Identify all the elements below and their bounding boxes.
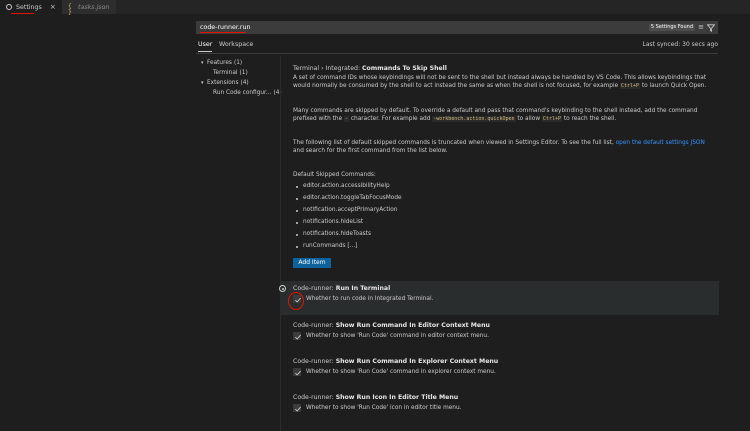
toc-item-run-code-configuration[interactable]: Run Code configur... (4)	[213, 89, 282, 98]
tab-user[interactable]: User	[198, 39, 213, 52]
setting-title-editor-title-menu: Code-runner: Show Run Icon In Editor Tit…	[293, 394, 459, 401]
setting-title-editor-context-menu: Code-runner: Show Run Command In Editor …	[293, 322, 490, 329]
close-icon[interactable]: ×	[50, 3, 56, 11]
settings-search-box[interactable]: 5 Settings Found ≡	[196, 21, 718, 34]
setting-title-skip-shell: Terminal › Integrated: Commands To Skip …	[293, 65, 447, 72]
checkbox-label: Whether to show 'Run Code' icon in edito…	[306, 405, 462, 411]
settings-scope-bar: User Workspace Last synced: 30 secs ago	[196, 39, 718, 53]
checkbox-label: Whether to run code in Integrated Termin…	[306, 296, 434, 302]
list-item[interactable]: editor.action.toggleTabFocusMode	[296, 195, 402, 201]
list-item[interactable]: editor.action.accessibilityHelp	[296, 183, 390, 189]
list-item[interactable]: notification.acceptPrimaryAction	[295, 207, 397, 213]
last-synced-status: Last synced: 30 secs ago	[642, 41, 718, 48]
gear-icon[interactable]	[279, 285, 286, 292]
tab-settings[interactable]: Settings ×	[0, 0, 62, 14]
editor-tab-bar: Settings × { } tasks.json	[0, 0, 750, 16]
red-circle-annotation	[288, 292, 304, 310]
search-input[interactable]	[200, 23, 640, 32]
toc-divider	[280, 56, 281, 431]
editor-title-menu-checkbox[interactable]	[293, 404, 301, 412]
toc-item-terminal[interactable]: Terminal (1)	[213, 69, 248, 78]
red-underline-annotation	[200, 32, 246, 33]
checkmark-icon	[295, 406, 301, 412]
setting-title-explorer-context-menu: Code-runner: Show Run Command In Explore…	[293, 358, 499, 365]
toc-item-features[interactable]: ▾ Features (1)	[201, 59, 242, 68]
default-skipped-label: Default Skipped Commands:	[293, 172, 376, 178]
results-count-badge: 5 Settings Found	[648, 24, 695, 31]
filter-icon[interactable]	[706, 24, 716, 32]
add-item-button[interactable]: Add Item	[293, 258, 331, 268]
divider	[196, 53, 718, 54]
open-default-settings-link[interactable]: open the default settings JSON	[616, 140, 705, 146]
braces-icon: { }	[68, 3, 72, 16]
checkbox-label: Whether to show 'Run Code' command in ed…	[306, 333, 489, 339]
red-underline-annotation	[11, 13, 34, 14]
checkmark-icon	[295, 370, 301, 376]
explorer-context-menu-checkbox[interactable]	[293, 368, 301, 376]
list-item[interactable]: notifications.hideList	[295, 219, 363, 225]
setting-description: A set of command IDs whose keybindings w…	[293, 75, 707, 89]
clear-filter-icon[interactable]: ≡	[697, 23, 705, 31]
checkmark-icon	[295, 334, 301, 340]
checkbox-label: Whether to show 'Run Code' command in ex…	[306, 369, 496, 375]
toc-item-extensions[interactable]: ▾ Extensions (4)	[201, 79, 249, 88]
gear-icon	[6, 4, 12, 10]
setting-title-run-in-terminal: Code-runner: Run In Terminal	[293, 285, 391, 292]
tab-tasks-json-label: tasks.json	[78, 3, 110, 11]
tab-tasks-json[interactable]: { } tasks.json	[62, 0, 116, 16]
list-item[interactable]: runCommands [...]	[295, 243, 357, 249]
tab-workspace[interactable]: Workspace	[219, 39, 253, 51]
setting-description: The following list of default skipped co…	[293, 140, 705, 154]
list-item[interactable]: notifications.hideToasts	[296, 231, 371, 237]
editor-context-menu-checkbox[interactable]	[293, 332, 301, 340]
setting-description: Many commands are skipped by default. To…	[293, 108, 698, 122]
tab-settings-label: Settings	[16, 3, 42, 11]
